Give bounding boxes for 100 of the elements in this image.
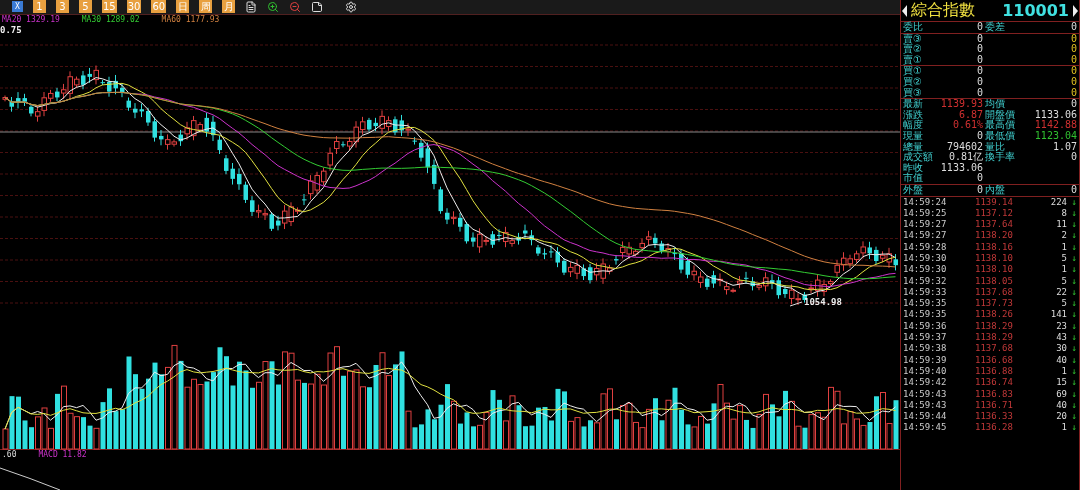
quote-value: 0: [975, 173, 983, 184]
quote-value: 0.61%: [951, 120, 983, 131]
tick-time: 14:59:43: [903, 388, 948, 400]
close-button[interactable]: X: [12, 1, 23, 13]
moving-average-legend: MA60 1177.93: [161, 14, 220, 25]
quote-value: 794602: [945, 141, 983, 152]
tick-price: 1138.26: [974, 309, 1014, 321]
tick-direction: ↓: [1070, 343, 1077, 355]
quote-value: 0: [975, 130, 983, 142]
tick-direction: ↓: [1070, 253, 1077, 265]
quote-label: 漲跌: [903, 109, 924, 121]
tick-volume: 1: [1060, 365, 1067, 378]
tick-volume: 5: [1060, 253, 1067, 265]
tick-price: 1136.71: [974, 399, 1014, 412]
quote-label: 幅度: [903, 120, 924, 131]
tick-time: 14:59:28: [903, 241, 948, 253]
tick-volume: 20: [1055, 411, 1067, 423]
tick-direction: ↓: [1070, 219, 1077, 231]
quote-value: 0: [1069, 76, 1077, 88]
tick-price: 1136.28: [974, 422, 1014, 434]
tick-time: 14:59:24: [903, 196, 948, 208]
tick-direction: ↓: [1070, 320, 1077, 333]
tick-volume: 1: [1060, 422, 1067, 434]
quote-value: 0: [1069, 22, 1077, 33]
price-marker: 0.75: [0, 24, 22, 35]
quote-value: 1133.06: [1033, 109, 1077, 120]
tick-time: 14:59:32: [903, 275, 948, 287]
tick-direction: ↓: [1070, 411, 1077, 423]
tick-price: 1136.74: [974, 377, 1014, 389]
tick-time: 14:59:42: [903, 377, 948, 389]
quote-label: 總量: [903, 141, 923, 152]
quote-value: 0: [1069, 99, 1077, 110]
tick-price: 1138.20: [974, 230, 1014, 242]
tick-time: 14:59:30: [903, 253, 948, 265]
tick-direction: ↓: [1070, 354, 1077, 366]
quote-value: 1133.06: [939, 162, 983, 173]
period-button[interactable]: 15: [102, 0, 117, 14]
tick-volume: 15: [1055, 377, 1067, 389]
period-button[interactable]: 60: [151, 0, 167, 14]
tick-time: 14:59:39: [903, 354, 948, 366]
quote-value: 0: [975, 184, 983, 196]
tick-volume: 11: [1055, 219, 1067, 231]
quote-value: 0: [1069, 152, 1077, 163]
tick-price: 1138.10: [974, 253, 1014, 265]
tick-time: 14:59:35: [903, 298, 948, 310]
tick-direction: ↓: [1070, 388, 1077, 400]
tick-time: 14:59:36: [903, 320, 948, 333]
quote-value: 0: [1069, 54, 1077, 66]
tick-time: 14:59:25: [903, 207, 948, 220]
tick-price: 1138.10: [974, 264, 1014, 276]
quote-value: 0: [975, 76, 983, 88]
moving-average-legend: MA20 1329.19: [2, 14, 60, 25]
quote-label: 賣②: [903, 44, 923, 55]
quote-value: 0: [975, 87, 983, 99]
period-button[interactable]: 周: [199, 0, 213, 14]
quote-value: 0: [1069, 44, 1077, 55]
quote-label: 均價: [984, 99, 1005, 110]
quote-label: 開盤價: [984, 109, 1016, 121]
tick-direction: ↓: [1070, 422, 1077, 434]
tick-direction: ↓: [1070, 286, 1077, 299]
quote-label: 買②: [903, 76, 923, 87]
tick-direction: ↓: [1070, 241, 1077, 253]
tick-volume: 23: [1055, 320, 1067, 333]
indicator-legend: MACD 11.82: [38, 450, 87, 461]
quote-value: 1142.88: [1033, 120, 1077, 131]
period-button[interactable]: 30: [126, 0, 142, 14]
period-button[interactable]: 日: [176, 0, 190, 14]
quote-label: 換手率: [984, 152, 1016, 163]
tick-direction: ↓: [1070, 207, 1077, 220]
quote-label: 委比: [903, 22, 924, 33]
tick-direction: ↓: [1070, 264, 1077, 276]
index-code: 110001: [1001, 1, 1069, 20]
index-name: 綜合指數: [911, 0, 975, 21]
quote-label: 外盤: [903, 184, 924, 196]
tick-volume: 1: [1060, 264, 1067, 276]
tick-volume: 40: [1055, 399, 1067, 412]
tick-direction: ↓: [1070, 275, 1077, 287]
tick-volume: 22: [1055, 286, 1067, 299]
tick-direction: ↓: [1070, 399, 1077, 412]
period-button[interactable]: 5: [79, 0, 92, 14]
tick-price: 1137.68: [974, 286, 1014, 299]
quote-value: 0: [1069, 33, 1077, 44]
tick-time: 14:59:30: [903, 264, 948, 276]
tick-price: 1139.14: [974, 196, 1014, 208]
tick-price: 1136.88: [974, 365, 1014, 378]
tick-price: 1137.12: [974, 207, 1014, 220]
period-button[interactable]: 月: [222, 0, 236, 14]
quote-value: 1139.93: [939, 99, 983, 110]
tick-volume: 5: [1060, 275, 1067, 287]
quote-value: 0: [975, 54, 983, 66]
tick-direction: ↓: [1070, 196, 1077, 208]
quote-label: 昨收: [903, 162, 923, 174]
tick-direction: ↓: [1070, 377, 1077, 389]
tick-price: 1137.68: [974, 343, 1014, 355]
period-button[interactable]: 3: [56, 0, 69, 14]
tick-time: 14:59:43: [903, 399, 948, 412]
quote-value: 0: [1069, 87, 1077, 99]
quote-value: 0: [975, 44, 983, 55]
period-button[interactable]: 1: [33, 0, 46, 14]
tick-price: 1136.83: [974, 388, 1014, 400]
